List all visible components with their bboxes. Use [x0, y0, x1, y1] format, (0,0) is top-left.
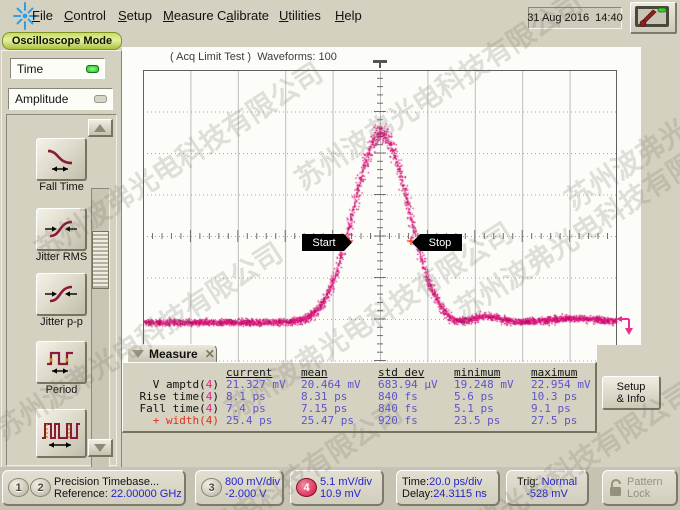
start-marker-flag[interactable]: Start — [302, 234, 352, 251]
channel-level-marker-icon — [616, 313, 638, 339]
trigger-position-marker — [373, 60, 387, 63]
jitter-pp-button[interactable] — [36, 273, 87, 316]
channel3-chip[interactable]: 3 — [201, 478, 222, 497]
jitter-pp-icon — [42, 280, 80, 308]
trigger-status-button[interactable]: Trig: Normal-528 mV — [506, 470, 589, 506]
scroll-up-button[interactable] — [88, 119, 113, 137]
status-bar: 1 2 Precision Timebase...Reference: 22.0… — [0, 467, 680, 510]
period-icon — [42, 348, 80, 376]
menu-utilities[interactable]: Utilities — [279, 8, 321, 23]
time-led-icon — [86, 65, 99, 73]
pattern-lock-button[interactable]: PatternLock — [602, 470, 678, 506]
channel4-status-button[interactable]: 4 5.1 mV/div10.9 mV — [290, 470, 384, 506]
menu-help[interactable]: Help — [335, 8, 362, 23]
oscilloscope-mode-label: Oscilloscope Mode — [2, 32, 122, 50]
menu-calibrate[interactable]: Calibrate — [217, 8, 269, 23]
jitter-rms-button[interactable] — [36, 208, 87, 251]
menu-measure[interactable]: Measure — [163, 8, 214, 23]
pattern-measure-button[interactable] — [36, 409, 87, 458]
channel1-chip[interactable]: 1 — [8, 478, 29, 497]
measure-results-panel: current mean std dev minimum maximum V a… — [122, 362, 597, 433]
category-time[interactable]: Time — [10, 58, 105, 79]
measurement-buttons-panel: Fall Time Jitter RMS — [6, 114, 117, 466]
category-amplitude[interactable]: Amplitude — [8, 88, 113, 110]
period-button[interactable] — [36, 341, 87, 384]
scroll-up-icon — [94, 124, 106, 132]
channel4-chip[interactable]: 4 — [296, 478, 317, 497]
oscilloscope-app: File Control Setup Measure Calibrate Uti… — [0, 0, 680, 510]
amplitude-led-icon — [94, 95, 107, 103]
touchscreen-toggle-button[interactable] — [630, 2, 677, 34]
measurement-sidebar: Time Amplitude Fall Time — [1, 50, 122, 469]
scrollbar-thumb[interactable] — [92, 231, 109, 289]
pattern-waveform-icon — [40, 416, 82, 450]
menu-bar: File Control Setup Measure Calibrate Uti… — [0, 0, 680, 31]
datetime-display: 31 Aug 2016 14:40 — [528, 7, 622, 29]
setup-info-button[interactable]: Setup& Info — [602, 376, 661, 410]
category-amplitude-label: Amplitude — [15, 92, 68, 106]
scroll-down-button[interactable] — [88, 439, 113, 457]
category-time-label: Time — [17, 62, 43, 76]
menu-setup[interactable]: Setup — [118, 8, 152, 23]
channel2-chip[interactable]: 2 — [30, 478, 51, 497]
fall-time-icon — [42, 145, 80, 173]
touchscreen-icon — [632, 4, 672, 29]
measure-row-pluswidth: + width(4) 25.4 ps 25.47 ps 920 fs 23.5 … — [123, 415, 595, 427]
channel4-waveform-trace — [122, 47, 641, 362]
scroll-down-icon — [94, 444, 106, 452]
stop-marker-flag[interactable]: Stop — [412, 234, 462, 251]
menu-file[interactable]: File — [32, 8, 53, 23]
collapse-chevron-icon[interactable] — [132, 350, 144, 358]
channel3-status-button[interactable]: 3 800 mV/div-2.000 V — [195, 470, 284, 506]
close-icon[interactable]: ✕ — [205, 347, 215, 361]
padlock-open-icon — [608, 478, 624, 498]
measure-panel-tab[interactable]: Measure ✕ — [127, 344, 217, 362]
measure-tab-title: Measure — [149, 347, 198, 361]
timebase-status-button[interactable]: 1 2 Precision Timebase...Reference: 22.0… — [2, 470, 186, 506]
jitter-rms-icon — [42, 215, 80, 243]
timebase-scale-button[interactable]: Time:20.0 ps/divDelay:24.3115 ns — [396, 470, 500, 506]
menu-control[interactable]: Control — [64, 8, 106, 23]
fall-time-button[interactable] — [36, 138, 87, 181]
